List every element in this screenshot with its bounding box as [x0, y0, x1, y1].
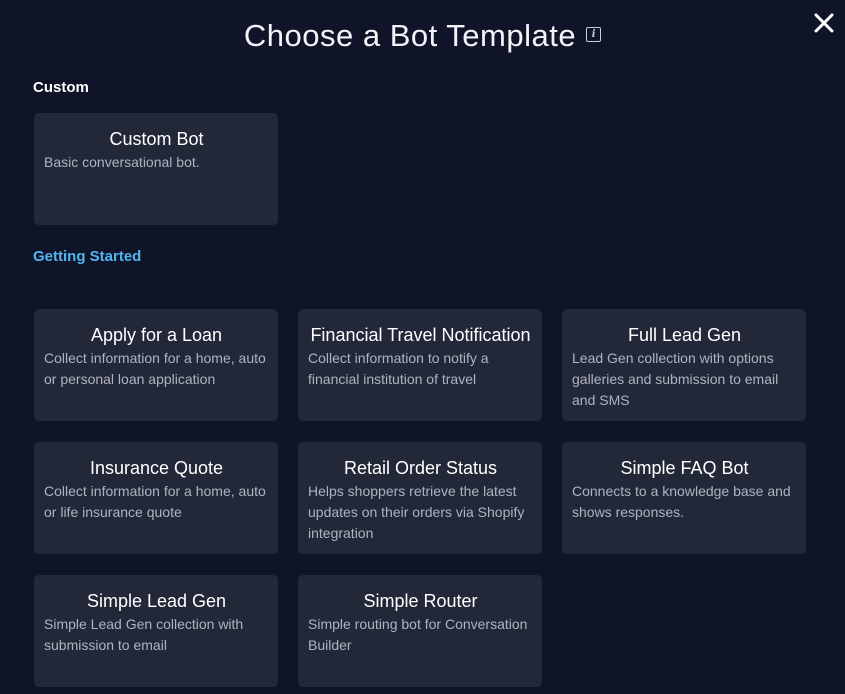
template-card-simple-router[interactable]: Simple Router Simple routing bot for Con… — [298, 575, 542, 687]
card-title: Simple Router — [363, 591, 478, 611]
template-card-insurance-quote[interactable]: Insurance Quote Collect information for … — [34, 442, 278, 554]
card-title: Insurance Quote — [89, 458, 224, 478]
card-title: Retail Order Status — [343, 458, 498, 478]
info-icon[interactable]: i — [586, 26, 602, 42]
card-description: Collect information for a home, auto or … — [44, 483, 266, 520]
bot-template-dialog: Choose a Bot Template i Custom Custom Bot… — [0, 0, 845, 694]
card-title: Simple Lead Gen — [86, 591, 227, 611]
card-description: Collect information for a home, auto or … — [44, 350, 266, 387]
card-title: Simple FAQ Bot — [620, 458, 749, 478]
section-heading-getting-started[interactable]: Getting Started — [33, 248, 141, 265]
card-description: Basic conversational bot. — [44, 154, 200, 170]
template-card-financial-travel-notification[interactable]: Financial Travel Notification Collect in… — [298, 309, 542, 421]
card-description: Helps shoppers retrieve the latest updat… — [308, 483, 525, 541]
card-description: Simple routing bot for Conversation Buil… — [308, 616, 528, 653]
section-heading-custom: Custom — [33, 79, 89, 96]
card-description: Lead Gen collection with options galleri… — [572, 350, 779, 408]
card-description: Collect information to notify a financia… — [308, 350, 489, 387]
template-card-retail-order-status[interactable]: Retail Order Status Helps shoppers retri… — [298, 442, 542, 554]
card-title: Apply for a Loan — [90, 325, 223, 345]
template-card-full-lead-gen[interactable]: Full Lead Gen Lead Gen collection with o… — [562, 309, 806, 421]
card-title: Custom Bot — [109, 129, 204, 149]
page-title: Choose a Bot Template — [243, 18, 577, 53]
card-title: Full Lead Gen — [627, 325, 742, 345]
template-card-apply-for-a-loan[interactable]: Apply for a Loan Collect information for… — [34, 309, 278, 421]
card-description: Connects to a knowledge base and shows r… — [572, 483, 791, 520]
close-button[interactable] — [812, 11, 836, 35]
header: Choose a Bot Template i — [0, 18, 845, 60]
close-icon — [814, 13, 834, 33]
template-card-custom-bot[interactable]: Custom Bot Basic conversational bot. — [34, 113, 278, 225]
card-description: Simple Lead Gen collection with submissi… — [44, 616, 244, 653]
template-card-simple-faq-bot[interactable]: Simple FAQ Bot Connects to a knowledge b… — [562, 442, 806, 554]
template-card-simple-lead-gen[interactable]: Simple Lead Gen Simple Lead Gen collecti… — [34, 575, 278, 687]
card-title: Financial Travel Notification — [310, 325, 531, 345]
